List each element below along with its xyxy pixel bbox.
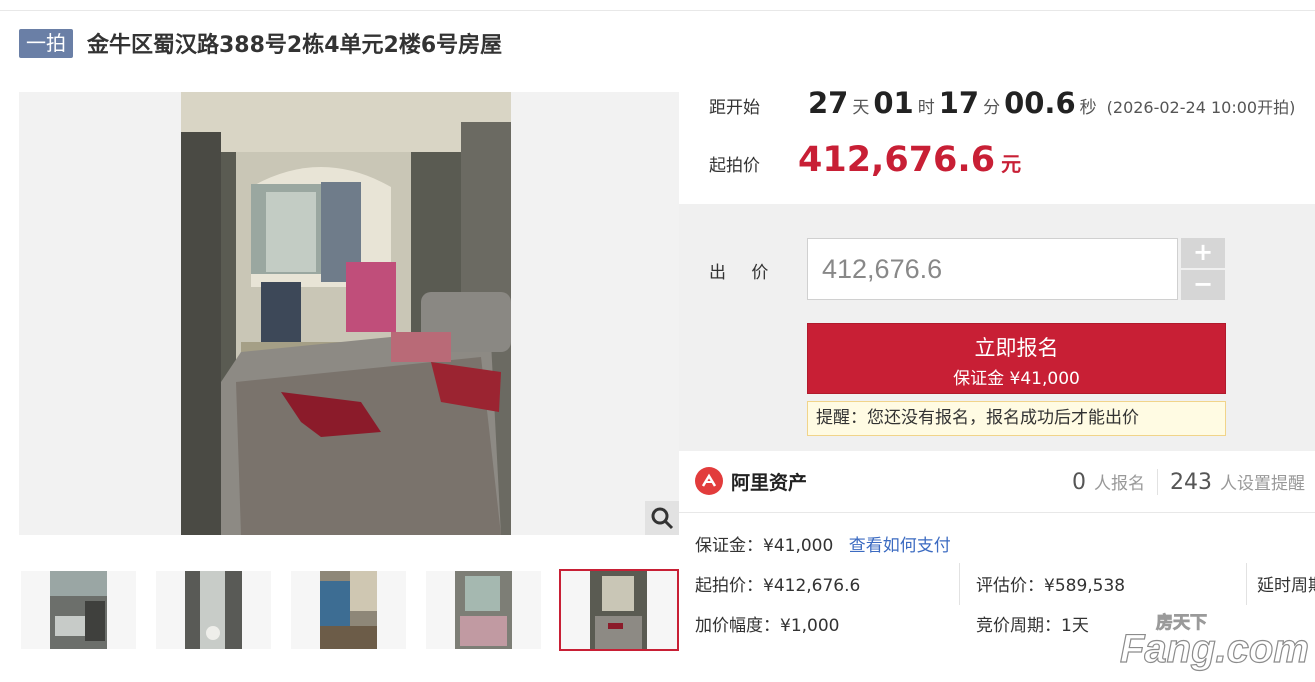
start-price-info: 起拍价：¥412,676.6 (695, 576, 861, 596)
thumbnail-2[interactable] (156, 571, 271, 649)
increment-info: 加价幅度：¥1,000 (695, 616, 840, 636)
magnifier-icon[interactable] (645, 501, 679, 535)
start-price-label: 起拍价 (709, 156, 760, 176)
brand: 阿里资产 (695, 467, 807, 495)
start-price-unit: 元 (1001, 152, 1022, 176)
bidding-cycle-info: 竞价周期：1天 (976, 616, 1089, 636)
auction-start-time: (2026-02-24 10:00开拍) (1106, 98, 1296, 117)
thumbnail-3[interactable] (291, 571, 406, 649)
reminder-count-label: 人设置提醒 (1220, 474, 1305, 494)
registration-reminder: 提醒：您还没有报名，报名成功后才能出价 (807, 401, 1226, 436)
countdown-minutes-unit: 分 (983, 98, 1001, 118)
countdown-label: 距开始 (709, 98, 760, 118)
brand-name: 阿里资产 (731, 471, 808, 494)
register-label: 立即报名 (974, 336, 1059, 360)
auction-stats: 0 人报名 243 人设置提醒 (1072, 469, 1305, 495)
column-divider-2 (1246, 563, 1247, 605)
info-divider (679, 512, 1315, 513)
main-image-viewer[interactable] (19, 92, 679, 535)
thumbnail-strip (21, 569, 681, 651)
countdown-days-unit: 天 (852, 98, 870, 118)
register-now-button[interactable]: 立即报名 保证金 ¥41,000 (807, 323, 1226, 394)
increase-bid-button[interactable]: + (1181, 238, 1225, 268)
bid-label: 出 价 (709, 263, 779, 283)
countdown-seconds-unit: 秒 (1079, 98, 1097, 118)
signup-count: 0 (1072, 470, 1086, 495)
register-deposit: 保证金 ¥41,000 (953, 369, 1080, 389)
deposit-amount: 保证金：¥41,000 (695, 536, 834, 556)
decrease-bid-button[interactable]: − (1181, 270, 1225, 300)
start-price: 起拍价 412,676.6 元 (709, 140, 1021, 180)
top-divider (0, 10, 1315, 11)
main-photo[interactable] (181, 92, 511, 535)
countdown-hours: 01 (873, 86, 914, 120)
thumbnail-1[interactable] (21, 571, 136, 649)
deposit-row: 保证金：¥41,000 查看如何支付 (695, 531, 951, 556)
extension-period-info: 延时周期 (1257, 576, 1315, 596)
column-divider (959, 563, 960, 605)
how-to-pay-link[interactable]: 查看如何支付 (849, 536, 951, 556)
ali-assets-logo-icon (695, 467, 723, 495)
auction-status-panel: 距开始 27 天 01 时 17 分 00.6 秒 (2026-02-24 10… (679, 78, 1315, 204)
title-row: 一拍 金牛区蜀汉路388号2栋4单元2楼6号房屋 (19, 28, 502, 58)
thumbnail-4[interactable] (426, 571, 541, 649)
watermark-main-text: Fang.com (1120, 627, 1308, 671)
countdown-hours-unit: 时 (917, 98, 935, 118)
start-price-value: 412,676.6 (798, 140, 996, 180)
auction-round-badge: 一拍 (19, 28, 73, 58)
signup-count-label: 人报名 (1094, 474, 1145, 494)
countdown-minutes: 17 (938, 86, 980, 120)
fang-watermark-logo: 房天下 Fang.com (1118, 606, 1309, 676)
page-title: 金牛区蜀汉路388号2栋4单元2楼6号房屋 (87, 33, 503, 58)
thumbnail-5-selected[interactable] (559, 569, 679, 651)
bid-amount-input[interactable]: 412,676.6 (807, 238, 1178, 300)
stats-divider (1157, 469, 1158, 495)
reminder-count: 243 (1170, 470, 1212, 495)
appraisal-price-info: 评估价：¥589,538 (976, 576, 1126, 596)
bid-panel: 出 价 412,676.6 + − 立即报名 保证金 ¥41,000 提醒：您还… (679, 204, 1315, 451)
countdown-seconds: 00.6 (1004, 86, 1076, 120)
countdown: 距开始 27 天 01 时 17 分 00.6 秒 (2026-02-24 10… (709, 86, 1295, 126)
countdown-days: 27 (808, 86, 849, 120)
